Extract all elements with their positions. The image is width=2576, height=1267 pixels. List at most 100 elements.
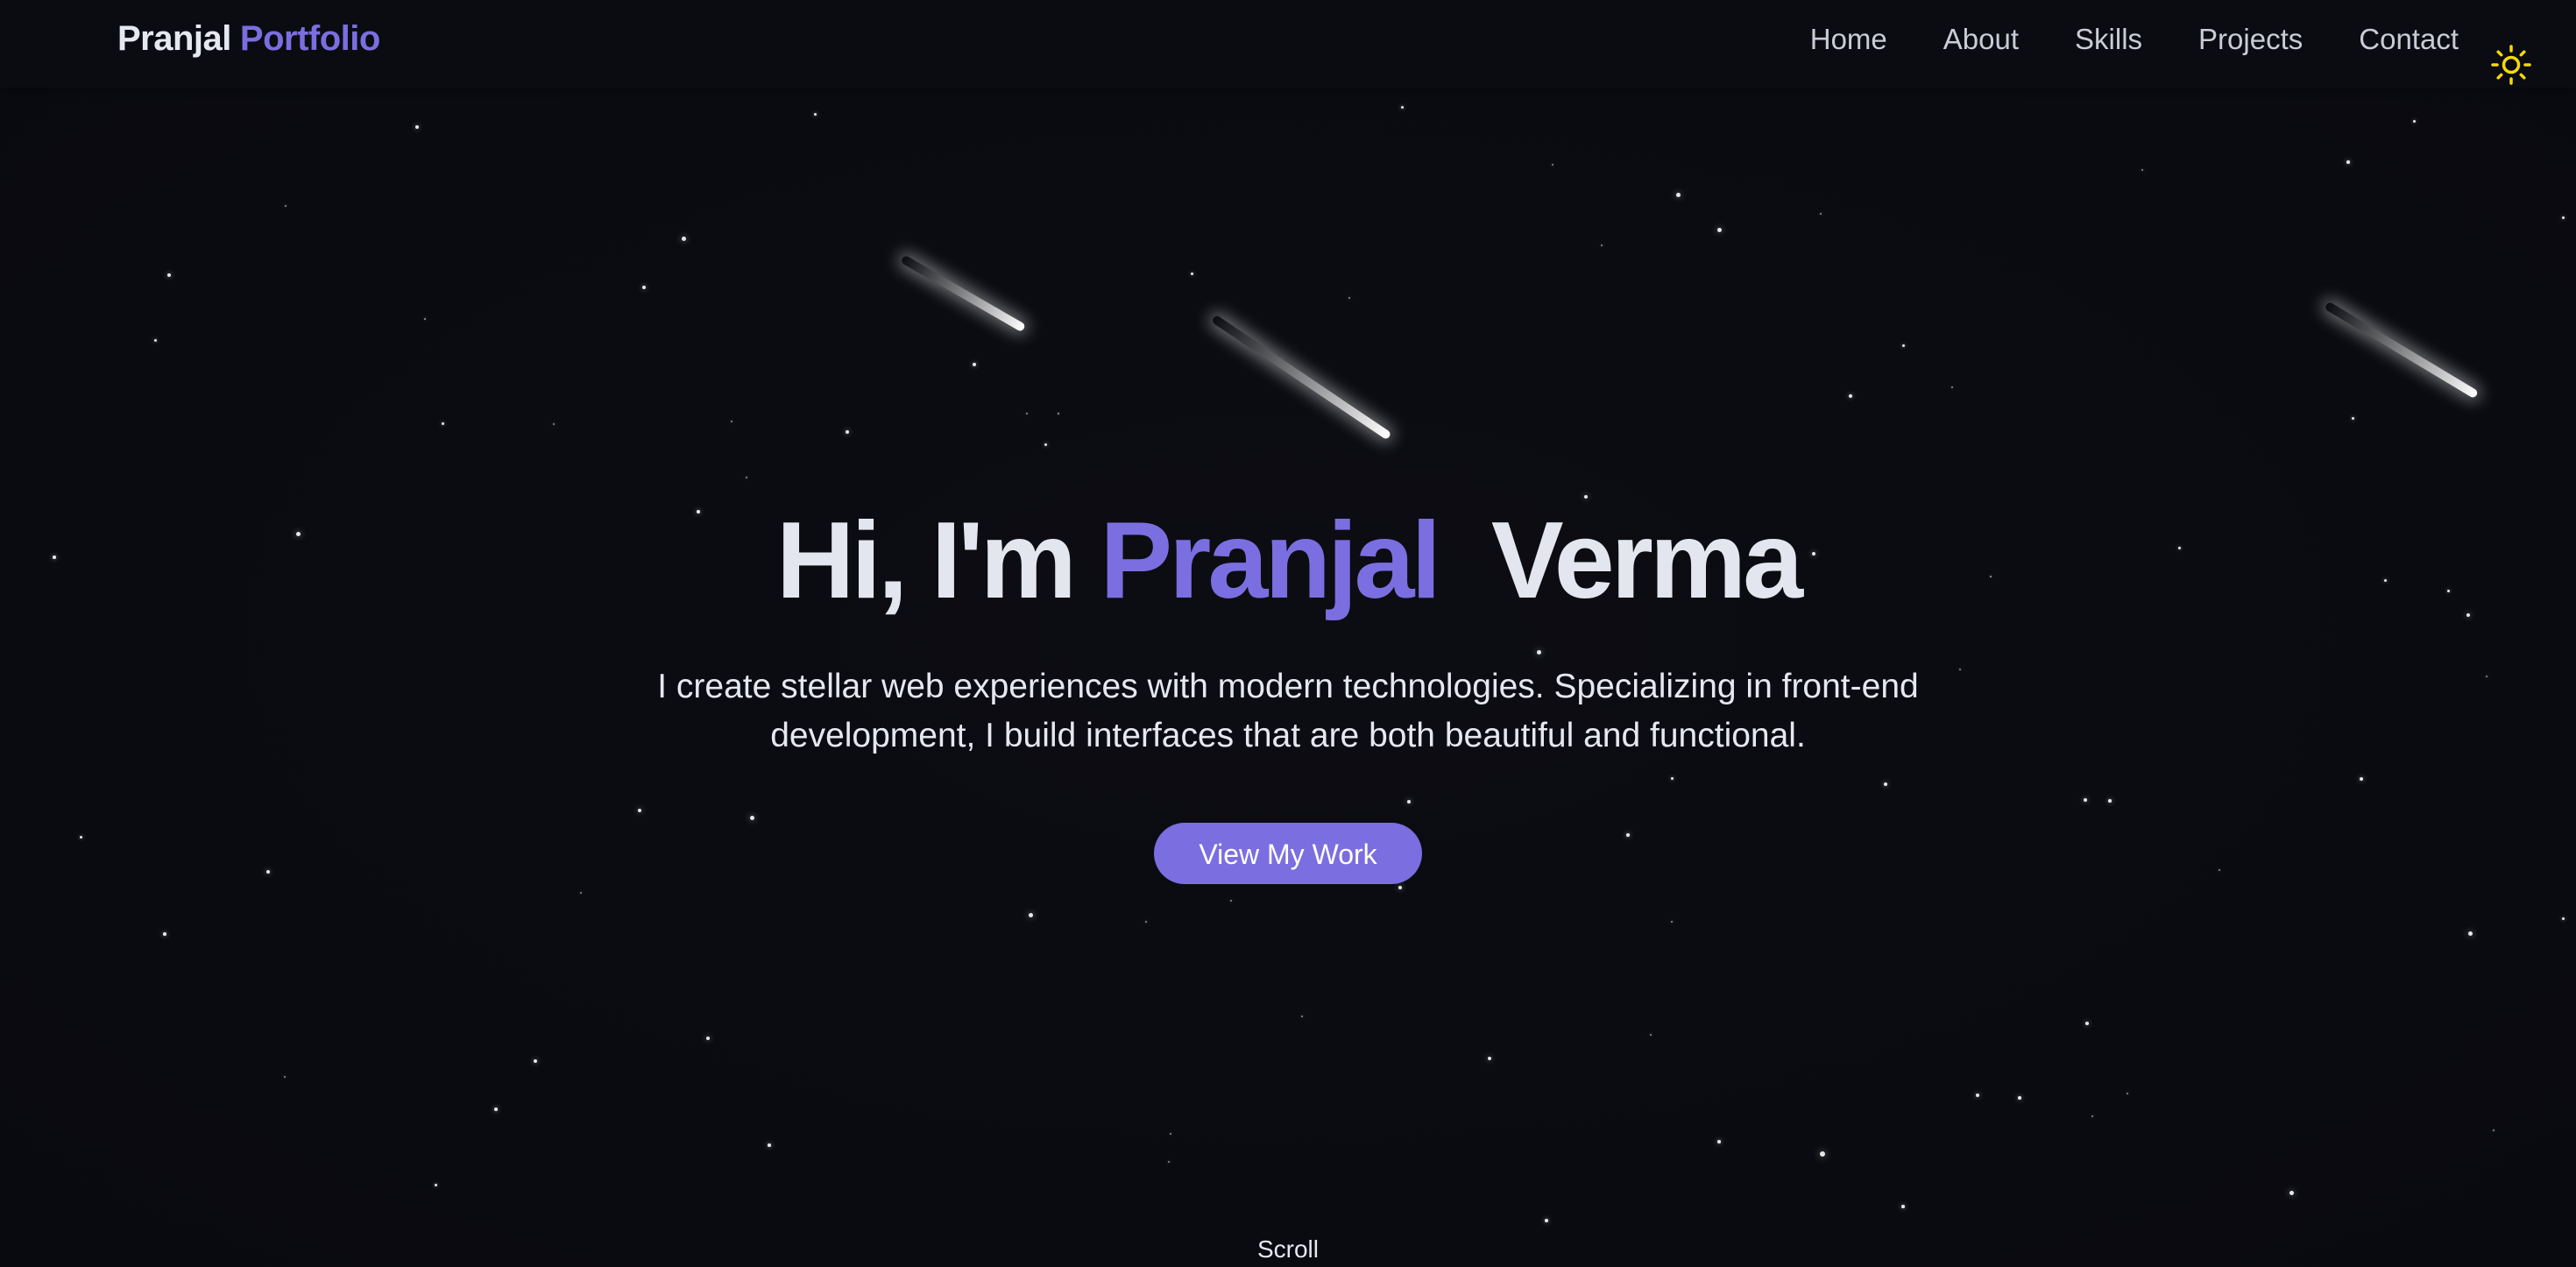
theme-toggle-button[interactable] [2490,44,2532,86]
hero-title-accent: Pranjal [1100,500,1441,621]
star-dot [681,236,686,241]
star-dot [2084,798,2087,802]
star-dot [746,477,747,478]
star-dot [1626,833,1630,837]
star-dot [1849,394,1852,398]
star-dot [2018,1096,2021,1100]
star-dot [1026,413,1028,414]
star-dot [1167,1160,1171,1164]
star-dot [1716,227,1722,232]
star-dot [1407,800,1411,803]
star-dot [494,1108,498,1111]
star-dot [1400,105,1404,109]
scroll-indicator[interactable]: Scroll [0,1235,2576,1263]
star-dot [1545,1219,1548,1222]
star-dot [749,815,754,820]
star-dot [730,420,733,423]
star-dot [1675,192,1681,197]
star-dot [813,112,817,116]
star-dot [434,1183,437,1186]
star-dot [424,318,426,320]
star-dot [2108,799,2112,803]
nav-link-projects[interactable]: Projects [2198,23,2303,56]
star-dot [2467,931,2473,936]
hero-title: Hi, I'm Pranjal Verma [0,506,2576,615]
shooting-star [1211,314,1392,441]
star-dot [1901,343,1905,347]
nav-link-home[interactable]: Home [1810,23,1887,56]
star-dot [1190,272,1193,275]
star-dot [2091,1115,2094,1118]
star-dot [2486,676,2488,677]
nav-links: Home About Skills Projects Contact [1810,23,2459,56]
star-dot [2141,169,2143,171]
star-dot [846,430,849,434]
brand-suffix: Portfolio [239,19,380,58]
star-dot [1028,912,1033,917]
star-dot [2412,119,2416,123]
star-dot [1487,1056,1492,1061]
star-dot [1951,386,1953,388]
star-dot [1301,1016,1303,1017]
star-dot [1959,669,1961,670]
star-dot [79,835,82,839]
star-dot [1348,296,1351,300]
star-dot [2346,160,2350,164]
nav-link-contact[interactable]: Contact [2359,23,2459,56]
star-dot [1551,163,1554,166]
star-dot [1901,1205,1905,1208]
nav-link-skills[interactable]: Skills [2075,23,2142,56]
star-dot [1649,1033,1652,1037]
star-dot [1169,1132,1172,1136]
star-dot [2561,917,2565,920]
star-dot [1044,442,1047,446]
star-dot [534,1059,537,1063]
shooting-star [900,254,1027,333]
star-dot [1398,886,1402,889]
star-dot [973,363,976,366]
brand-logo[interactable]: Pranjal Portfolio [117,19,380,59]
star-dot [1976,1094,1979,1097]
star-dot [2360,777,2363,781]
starfield-background [0,0,2576,1267]
star-dot [1670,776,1674,780]
brand-name: Pranjal [117,19,231,58]
star-dot [441,421,444,425]
star-dot [1717,1140,1721,1143]
star-dot [2351,416,2354,420]
star-dot [266,870,270,874]
star-dot [1820,213,1822,215]
star-dot [167,273,171,277]
star-dot [2493,1129,2495,1131]
star-dot [2085,1022,2089,1025]
star-dot [284,1076,286,1078]
hero-title-prefix: Hi, I'm [775,500,1077,621]
star-dot [284,204,287,208]
hero-subtitle: I create stellar web experiences with mo… [657,668,1919,754]
star-dot [2561,216,2565,219]
star-dot [1536,649,1541,655]
sun-icon [2491,45,2531,85]
star-dot [1884,782,1887,786]
star-dot [580,892,582,894]
star-dot [552,422,556,426]
star-dot [1144,920,1148,924]
star-dot [768,1143,771,1147]
star-dot [637,808,642,813]
star-dot [1601,244,1603,246]
shooting-star [2324,301,2480,400]
nav-link-about[interactable]: About [1943,23,2019,56]
page: Pranjal Portfolio Home About Skills Proje… [0,0,2576,1267]
view-my-work-button[interactable]: View My Work [1154,823,1422,884]
star-dot [1820,1151,1825,1157]
star-dot [2126,1092,2129,1095]
star-dot [415,125,419,129]
star-dot [153,338,157,342]
star-dot [1583,494,1589,499]
star-dot [1058,413,1059,414]
star-dot [163,932,166,936]
star-dot [642,286,646,289]
star-dot [1230,900,1232,902]
star-dot [2218,868,2221,872]
star-dot [2289,1190,2294,1195]
